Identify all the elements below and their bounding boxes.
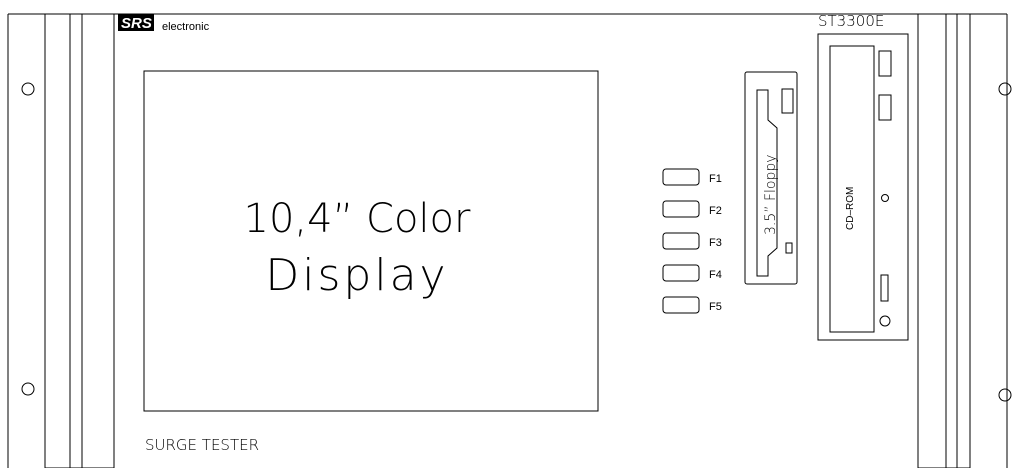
model-number: ST3300E [818, 12, 884, 30]
f3-key[interactable] [662, 232, 700, 250]
floppy-drive: 3.5” Floppy [744, 71, 798, 285]
left-rack-handle [44, 13, 115, 468]
cdrom-button-top[interactable] [878, 50, 892, 77]
cdrom-bezel-outer [817, 33, 909, 341]
floppy-eject-button[interactable] [781, 88, 794, 114]
floppy-led [785, 242, 793, 254]
cdrom-button-second[interactable] [878, 94, 892, 121]
f5-label: F5 [709, 301, 722, 313]
f4-label: F4 [709, 269, 722, 281]
cdrom-drive: CD–ROM [817, 33, 909, 341]
display-label-line1: 10,4” Color [244, 196, 471, 242]
f2-label: F2 [709, 205, 722, 217]
function-key-group: F1 F2 F3 F4 F5 [662, 168, 722, 314]
cdrom-eject-button[interactable] [880, 274, 889, 302]
cdrom-label: CD–ROM [845, 187, 856, 230]
cdrom-emergency-eject-hole[interactable] [879, 315, 891, 327]
product-label: SURGE TESTER [145, 436, 259, 454]
right-rack-handle [917, 13, 971, 468]
f1-key[interactable] [662, 168, 700, 186]
mounting-hole-bottom-left [21, 382, 35, 396]
mounting-hole-top-left [21, 82, 35, 96]
logo-text: SRS [121, 15, 152, 32]
f3-label: F3 [709, 237, 722, 249]
f1-label: F1 [709, 173, 722, 185]
f5-key[interactable] [662, 296, 700, 314]
f4-key[interactable] [662, 264, 700, 282]
panel-outline [7, 13, 1008, 468]
cdrom-indicator-led [881, 194, 889, 202]
display-label-line2: Display [265, 250, 448, 301]
f2-key[interactable] [662, 200, 700, 218]
mounting-hole-top-right [998, 82, 1012, 96]
brand-name: electronic [162, 21, 210, 33]
mounting-hole-bottom-right [998, 388, 1012, 402]
front-panel-drawing: SRS electronic ST3300E 10,4” Color Displ… [7, 12, 1012, 468]
brand-logo: SRS [118, 14, 154, 32]
floppy-label: 3.5” Floppy [763, 154, 779, 235]
